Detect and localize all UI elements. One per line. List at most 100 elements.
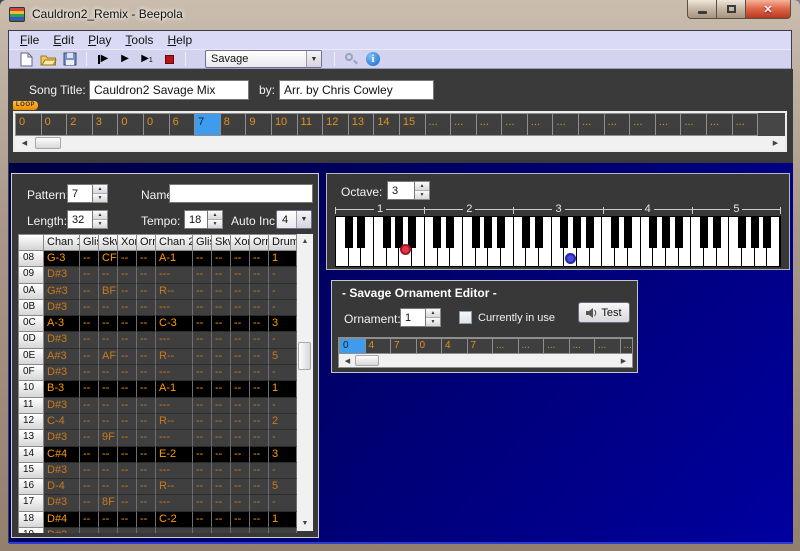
ornament-cell-10[interactable]: ... — [594, 338, 621, 354]
pattern-cell[interactable]: -- — [231, 512, 250, 528]
pattern-cell[interactable]: -- — [193, 528, 212, 533]
sequence-cell-27[interactable]: ... — [706, 113, 733, 136]
pattern-cell[interactable]: --- — [156, 332, 193, 348]
pattern-cell[interactable]: D#3 — [44, 365, 80, 381]
pattern-cell[interactable]: -- — [250, 251, 269, 267]
pattern-cell[interactable]: --- — [156, 398, 193, 414]
piano-black-key[interactable] — [484, 217, 492, 248]
pattern-cell[interactable]: -- — [118, 447, 137, 463]
pattern-cell[interactable]: --- — [156, 267, 193, 283]
sequence-cell-26[interactable]: ... — [680, 113, 707, 136]
pattern-cell[interactable]: -- — [99, 447, 118, 463]
pattern-cell[interactable]: -- — [118, 528, 137, 533]
menu-edit[interactable]: Edit — [46, 32, 81, 48]
pattern-cell[interactable]: -- — [99, 512, 118, 528]
ornament-value[interactable] — [400, 308, 426, 327]
pattern-cell[interactable]: -- — [80, 495, 99, 511]
ornament-cell-7[interactable]: ... — [518, 338, 545, 354]
pattern-cell[interactable]: -- — [212, 365, 231, 381]
spinner-buttons[interactable]: ▲▼ — [208, 210, 223, 229]
pattern-cell[interactable]: -- — [212, 381, 231, 397]
pattern-cell[interactable]: R-- — [156, 479, 193, 495]
pattern-cell[interactable]: --- — [156, 463, 193, 479]
length-spinner[interactable]: ▲▼ — [67, 210, 108, 229]
pattern-cell[interactable]: 8F — [99, 495, 118, 511]
pattern-cell[interactable]: 1 — [269, 512, 297, 528]
piano-black-key[interactable] — [522, 217, 530, 248]
loop-marker[interactable]: LOOP — [13, 101, 38, 110]
sequence-cell-15[interactable]: 15 — [399, 113, 426, 136]
pattern-cell[interactable]: -- — [137, 398, 156, 414]
pattern-row-15[interactable]: 15D#3-------------------- — [18, 463, 298, 479]
pattern-cell[interactable]: -- — [80, 349, 99, 365]
piano-black-key[interactable] — [357, 217, 365, 248]
pattern-cell[interactable]: D#4 — [44, 512, 80, 528]
pattern-spinner[interactable]: ▲▼ — [67, 184, 108, 203]
pattern-cell[interactable]: D-4 — [44, 479, 80, 495]
pattern-cell[interactable]: 9F — [99, 430, 118, 446]
pattern-cell[interactable]: -- — [250, 300, 269, 316]
pattern-cell[interactable]: -- — [250, 332, 269, 348]
pattern-cell[interactable]: -- — [193, 495, 212, 511]
ornament-scrollbar[interactable]: ◀ ▶ — [339, 354, 632, 367]
pattern-row-17[interactable]: 17D#3--8F---------------- — [18, 495, 298, 511]
tempo-spinner[interactable]: ▲▼ — [184, 210, 223, 229]
pattern-cell[interactable]: -- — [80, 300, 99, 316]
pattern-cell[interactable]: -- — [212, 430, 231, 446]
pattern-cell[interactable]: A-1 — [156, 381, 193, 397]
titlebar[interactable]: Cauldron2_Remix - Beepola ✕ — [0, 0, 800, 30]
pattern-cell[interactable]: D#3 — [44, 398, 80, 414]
ornament-cell-8[interactable]: ... — [543, 338, 570, 354]
ornament-cell-4[interactable]: 4 — [441, 338, 468, 354]
pattern-cell[interactable]: -- — [80, 365, 99, 381]
pattern-row-08[interactable]: 08G-3--CF----A-1--------1 — [18, 251, 298, 267]
pattern-cell[interactable]: -- — [231, 430, 250, 446]
octave-spinner[interactable]: ▲▼ — [387, 181, 430, 200]
ornament-cell-1[interactable]: 4 — [365, 338, 392, 354]
ornament-cell-0[interactable]: 0 — [339, 338, 366, 354]
sequence-cell-19[interactable]: ... — [501, 113, 528, 136]
scroll-left-icon[interactable]: ◀ — [17, 136, 32, 150]
sequence-cell-22[interactable]: ... — [578, 113, 605, 136]
close-button[interactable]: ✕ — [745, 0, 791, 19]
pattern-cell[interactable]: -- — [118, 512, 137, 528]
piano-black-key[interactable] — [497, 217, 505, 248]
piano-black-key[interactable] — [446, 217, 454, 248]
pattern-name-input[interactable] — [169, 184, 313, 203]
pattern-cell[interactable]: -- — [212, 414, 231, 430]
pattern-cell[interactable]: -- — [212, 512, 231, 528]
piano-black-key[interactable] — [433, 217, 441, 248]
pattern-cell[interactable]: 5 — [269, 479, 297, 495]
pattern-cell[interactable]: -- — [212, 479, 231, 495]
pattern-cell[interactable]: -- — [118, 349, 137, 365]
pattern-row-12[interactable]: 12C-4--------R----------2 — [18, 414, 298, 430]
pattern-cell[interactable]: -- — [250, 284, 269, 300]
pattern-cell[interactable]: -- — [231, 495, 250, 511]
pattern-cell[interactable]: -- — [118, 332, 137, 348]
pattern-cell[interactable]: -- — [193, 430, 212, 446]
song-title-input[interactable] — [89, 80, 249, 100]
piano-black-key[interactable] — [675, 217, 683, 248]
pattern-cell[interactable]: CF — [99, 251, 118, 267]
menu-play[interactable]: Play — [81, 32, 118, 48]
pattern-cell[interactable]: D#3 — [44, 332, 80, 348]
pattern-value[interactable] — [67, 184, 93, 203]
pattern-cell[interactable]: -- — [80, 251, 99, 267]
piano-black-key[interactable] — [535, 217, 543, 248]
pattern-cell[interactable]: -- — [137, 430, 156, 446]
pattern-cell[interactable]: C-3 — [156, 316, 193, 332]
pattern-cell[interactable]: -- — [231, 528, 250, 533]
piano-black-key[interactable] — [662, 217, 670, 248]
pattern-row-0A[interactable]: 0AG#3--BF----R----------- — [18, 284, 298, 300]
pattern-cell[interactable]: -- — [137, 316, 156, 332]
autoinc-select[interactable]: 4 ▼ — [276, 210, 312, 229]
ornament-cell-11[interactable]: ... — [620, 338, 633, 354]
pattern-cell[interactable]: -- — [250, 512, 269, 528]
pattern-cell[interactable]: -- — [80, 430, 99, 446]
pattern-cell[interactable]: -- — [118, 251, 137, 267]
sequence-cell-24[interactable]: ... — [629, 113, 656, 136]
pattern-cell[interactable]: -- — [118, 267, 137, 283]
pattern-cell[interactable]: -- — [212, 447, 231, 463]
pattern-cell[interactable]: -- — [118, 381, 137, 397]
pattern-cell[interactable]: -- — [212, 463, 231, 479]
